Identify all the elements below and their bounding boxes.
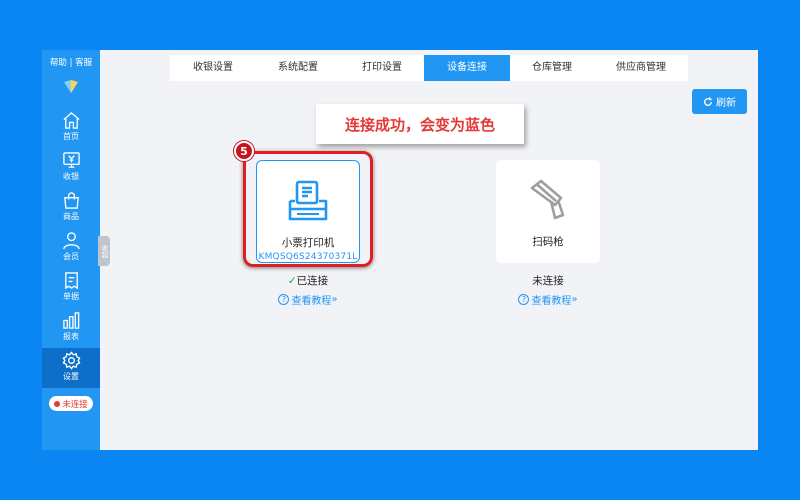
receipt-icon (64, 272, 78, 290)
device-status-scanner: 未连接 (488, 273, 608, 288)
app-window: 帮助 | 客服 首页 收银 商品 会员 单据 报表 设置 未连接 收起 收银设置… (42, 50, 758, 450)
double-chevron-right-icon: » (331, 294, 338, 305)
service-link[interactable]: 客服 (75, 58, 92, 68)
sidebar-item-home[interactable]: 首页 (42, 108, 100, 148)
tutorial-highlight (243, 151, 373, 267)
help-separator: | (69, 58, 73, 68)
tab-device-connection[interactable]: 设备连接 (424, 55, 510, 81)
sidebar-item-settings[interactable]: 设置 (42, 348, 100, 388)
refresh-button[interactable]: 刷新 (692, 89, 747, 114)
sidebar-item-products[interactable]: 商品 (42, 188, 100, 228)
tutorial-link-label: 查看教程 (531, 296, 572, 307)
sidebar-item-label: 单据 (63, 292, 79, 301)
sidebar-item-orders[interactable]: 单据 (42, 268, 100, 308)
tutorial-link-printer[interactable]: ? 查看教程 » (248, 292, 368, 307)
tab-suppliers[interactable]: 供应商管理 (594, 55, 688, 81)
main-content: 收银设置 系统配置 打印设置 设备连接 仓库管理 供应商管理 刷新 连接成功，会… (100, 50, 758, 450)
refresh-label: 刷新 (716, 98, 736, 109)
connection-status-badge[interactable]: 未连接 (49, 396, 93, 411)
device-status-label: 已连接 (296, 275, 329, 287)
device-card-scanner[interactable]: 扫码枪 (496, 160, 600, 263)
tab-system-config[interactable]: 系统配置 (256, 55, 340, 81)
shopping-bag-icon (63, 192, 79, 209)
gear-icon (61, 351, 81, 370)
help-circle-icon: ? (278, 294, 290, 305)
sidebar-item-label: 首页 (63, 132, 79, 141)
settings-tabs: 收银设置 系统配置 打印设置 设备连接 仓库管理 供应商管理 (170, 55, 688, 81)
cashier-icon (62, 152, 80, 168)
sidebar-item-label: 商品 (63, 212, 79, 221)
sidebar-item-cashier[interactable]: 收银 (42, 148, 100, 188)
step-number-badge: 5 (234, 141, 254, 161)
sidebar: 帮助 | 客服 首页 收银 商品 会员 单据 报表 设置 未连接 (42, 50, 100, 450)
tab-cashier-settings[interactable]: 收银设置 (170, 55, 256, 81)
sidebar-item-label: 会员 (63, 252, 79, 261)
sidebar-item-label: 报表 (63, 332, 79, 341)
device-status-label: 未连接 (532, 275, 564, 287)
help-link[interactable]: 帮助 (50, 58, 67, 68)
logo-icon (64, 80, 78, 93)
callout-text: 连接成功，会变为蓝色 (344, 115, 495, 134)
tutorial-link-label: 查看教程 (291, 296, 332, 307)
sidebar-item-label: 设置 (63, 372, 79, 381)
connection-status-label: 未连接 (62, 399, 88, 410)
device-status-printer: ✓已连接 (248, 273, 368, 288)
device-name: 扫码枪 (532, 236, 564, 248)
tutorial-link-scanner[interactable]: ? 查看教程 » (488, 292, 608, 307)
tutorial-callout: 连接成功，会变为蓝色 (316, 104, 524, 144)
tab-print-settings[interactable]: 打印设置 (340, 55, 424, 81)
sidebar-item-members[interactable]: 会员 (42, 228, 100, 268)
help-circle-icon: ? (518, 294, 530, 305)
barcode-scanner-icon (530, 179, 565, 220)
tab-warehouse[interactable]: 仓库管理 (510, 55, 594, 81)
bar-chart-icon (62, 312, 79, 329)
sidebar-item-reports[interactable]: 报表 (42, 308, 100, 348)
refresh-icon (704, 96, 712, 106)
sidebar-item-label: 收银 (63, 172, 79, 181)
home-icon (62, 112, 80, 129)
double-chevron-right-icon: » (571, 294, 578, 305)
disconnect-icon (54, 400, 61, 407)
help-links: 帮助 | 客服 (42, 56, 100, 68)
check-icon: ✓ (287, 275, 297, 287)
user-icon (62, 232, 80, 250)
